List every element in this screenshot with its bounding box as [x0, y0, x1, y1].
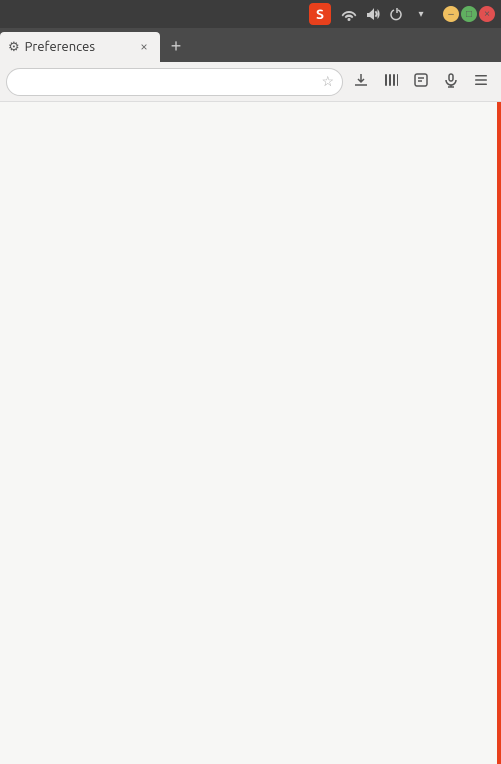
minimize-button[interactable]: – [443, 6, 459, 22]
bookmark-button[interactable]: ☆ [321, 73, 334, 90]
mic-button[interactable] [437, 68, 465, 96]
page-content [0, 102, 497, 764]
maximize-button[interactable]: □ [461, 6, 477, 22]
navbar: ☆ [0, 62, 501, 102]
new-tab-button[interactable]: + [162, 32, 190, 60]
tab-icon: ⚙ [8, 40, 20, 55]
content-area [0, 102, 501, 764]
library-button[interactable] [377, 68, 405, 96]
power-icon [387, 4, 407, 24]
library-icon [383, 72, 399, 91]
wifi-icon [339, 4, 359, 24]
navbar-right-buttons [347, 68, 495, 96]
reader-view-button[interactable] [407, 68, 435, 96]
address-bar-container[interactable]: ☆ [6, 68, 343, 96]
tab-label: Preferences [25, 40, 131, 54]
reader-icon [413, 72, 429, 91]
soup-logo: S [309, 3, 331, 25]
address-input[interactable] [15, 74, 317, 89]
star-icon: ☆ [321, 73, 334, 90]
hamburger-icon [473, 72, 489, 91]
menu-button[interactable] [467, 68, 495, 96]
close-button[interactable]: × [479, 6, 495, 22]
download-icon [353, 72, 369, 91]
titlebar: S ▾ – □ × [0, 0, 501, 28]
tab-preferences[interactable]: ⚙ Preferences × [0, 32, 160, 62]
dropdown-icon[interactable]: ▾ [411, 4, 431, 24]
tab-close-button[interactable]: × [136, 39, 152, 55]
tabbar: ⚙ Preferences × + [0, 28, 501, 62]
downloads-button[interactable] [347, 68, 375, 96]
orange-border [497, 102, 501, 764]
microphone-icon [443, 72, 459, 91]
sound-icon [363, 4, 383, 24]
